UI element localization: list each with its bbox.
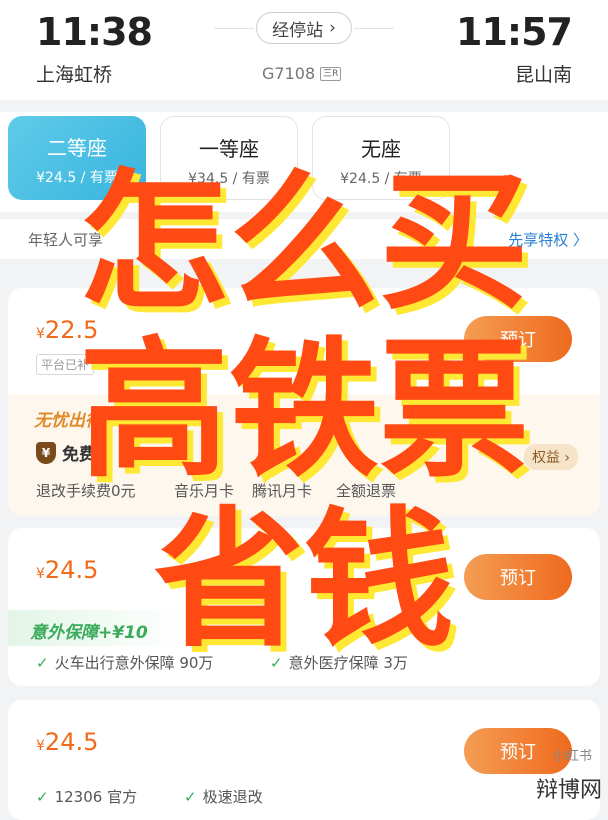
fare-price-value: 24.5 [44, 728, 99, 756]
overlay-line-2: 高铁票 [78, 324, 529, 498]
fare-card: ¥24.5 预订 ✓ 12306 官方 ✓ 极速退改 [8, 700, 600, 820]
fare-price: ¥24.5 [36, 728, 98, 756]
train-tag: 三R [320, 66, 342, 81]
watermark: 辩博网 [535, 778, 602, 803]
overlay-line-1: 怎么买 [78, 156, 529, 330]
currency-symbol: ¥ [36, 738, 45, 754]
depart-station: 上海虹桥 [36, 64, 113, 86]
route-line-right [354, 28, 394, 29]
chevron-right-icon: › [329, 18, 336, 38]
benefit-text: 极速退改 [202, 788, 263, 806]
benefit-text: 12306 官方 [54, 788, 138, 806]
stops-label: 经停站 [272, 20, 324, 41]
train-number: G7108 三R [262, 64, 342, 83]
check-icon: ✓ [36, 654, 49, 672]
benefit-item: ✓ 12306 官方 [36, 786, 137, 807]
trip-header: 11:38 11:57 上海虹桥 昆山南 经停站 › G7108 三R [0, 0, 608, 100]
overlay-line-3: 省钱 [153, 494, 454, 668]
benefit-item: ✓ 极速退改 [184, 786, 263, 807]
source-note: 小红书 [552, 749, 592, 764]
route-line-left [214, 28, 254, 29]
arrive-time: 11:57 [456, 10, 573, 54]
arrive-station: 昆山南 [514, 64, 572, 86]
depart-time: 11:38 [36, 10, 153, 54]
check-icon: ✓ [36, 788, 49, 806]
check-icon: ✓ [184, 788, 197, 806]
stops-button[interactable]: 经停站 › [256, 12, 352, 44]
train-number-text: G7108 [262, 64, 316, 83]
